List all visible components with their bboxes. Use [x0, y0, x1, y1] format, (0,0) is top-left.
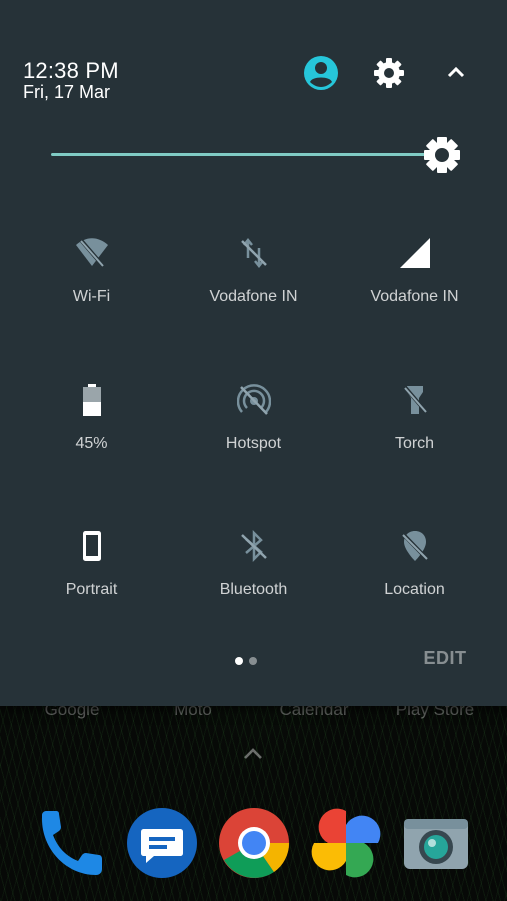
bluetooth-off-icon: [241, 529, 267, 563]
battery-icon: [83, 384, 101, 416]
tile-label-auto-rotate: Portrait: [65, 581, 118, 598]
page-dot-active: [235, 657, 243, 665]
tile-label-wifi: Wi-Fi: [72, 288, 111, 305]
tile-location[interactable]: Location: [334, 529, 495, 649]
camera-app-icon[interactable]: [398, 805, 474, 881]
collapse-chevron-up-icon[interactable]: [438, 55, 474, 91]
phone-app-icon[interactable]: [32, 805, 108, 881]
portrait-icon: [83, 531, 101, 561]
tile-cellular-signal[interactable]: Vodafone IN: [334, 236, 495, 356]
page-indicator: [235, 657, 259, 665]
chrome-app-icon[interactable]: [216, 805, 292, 881]
app-drawer-arrow-icon[interactable]: [241, 742, 265, 766]
tile-label-torch: Torch: [394, 435, 435, 452]
page-dot: [249, 657, 257, 665]
tile-torch[interactable]: Torch: [334, 383, 495, 503]
tile-label-bluetooth: Bluetooth: [219, 581, 288, 598]
date[interactable]: Fri, 17 Mar: [23, 83, 110, 101]
edit-button[interactable]: EDIT: [405, 648, 485, 669]
location-off-icon: [400, 531, 430, 562]
tile-label-hotspot: Hotspot: [225, 435, 282, 452]
hotspot-off-icon: [237, 384, 271, 415]
settings-gear-icon[interactable]: [371, 55, 407, 91]
clock: 12:38 PM: [23, 58, 119, 83]
dock: [0, 805, 507, 885]
tile-wifi[interactable]: Wi-Fi: [11, 236, 172, 356]
signal-icon: [400, 238, 430, 268]
photos-app-icon[interactable]: [308, 805, 384, 881]
brightness-slider[interactable]: [51, 153, 431, 156]
torch-off-icon: [402, 384, 429, 415]
tile-hotspot[interactable]: Hotspot: [173, 383, 334, 503]
tile-label-mobile-data: Vodafone IN: [209, 288, 298, 305]
tile-auto-rotate[interactable]: Portrait: [11, 529, 172, 649]
tile-bluetooth[interactable]: Bluetooth: [173, 529, 334, 649]
mobile-data-off-icon: [241, 237, 267, 269]
user-account-icon[interactable]: [303, 55, 339, 91]
tile-label-cellular-signal: Vodafone IN: [370, 288, 459, 305]
tile-label-location: Location: [384, 581, 445, 598]
wifi-off-icon: [76, 237, 108, 269]
tile-label-battery: 45%: [75, 435, 108, 452]
messages-app-icon[interactable]: [124, 805, 200, 881]
tile-mobile-data[interactable]: Vodafone IN: [173, 236, 334, 356]
quick-settings-panel: 12:38 PM Fri, 17 Mar Wi-Fi Vodafone IN V…: [0, 0, 507, 706]
tile-battery[interactable]: 45%: [11, 383, 172, 503]
brightness-thumb-icon[interactable]: [423, 136, 461, 174]
